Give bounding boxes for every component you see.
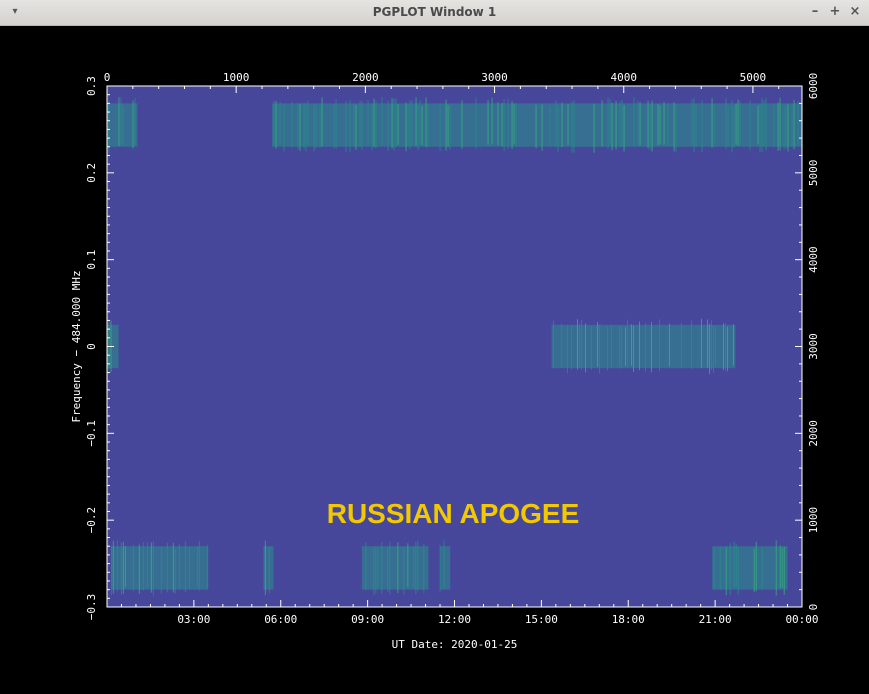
signal-segment xyxy=(107,97,138,153)
pgplot-window: ▾ PGPLOT Window 1 – + × 03:00 06:00 09:00 1… xyxy=(0,0,869,694)
signal-segment xyxy=(272,97,802,153)
y-left-tick-label: 0.3 xyxy=(85,76,98,96)
minimize-button[interactable]: – xyxy=(806,3,824,21)
y-right-tick-label: 2000 xyxy=(807,420,820,447)
y-right-tick-label: 3000 xyxy=(807,333,820,360)
x-bottom-tick-label: 15:00 xyxy=(525,613,558,626)
signal-segment xyxy=(439,540,451,592)
x-bottom-tick-label: 06:00 xyxy=(264,613,297,626)
x-bottom-tick-label: 03:00 xyxy=(177,613,210,626)
x-top-tick-label: 3000 xyxy=(481,71,508,84)
y-left-tick-label: 0.2 xyxy=(85,163,98,183)
x-top-tick-label: 5000 xyxy=(740,71,767,84)
y-right-tick-label: 1000 xyxy=(807,507,820,533)
signal-segment xyxy=(110,540,209,596)
y-left-tick-label: −0.2 xyxy=(85,507,98,533)
x-bottom-tick-label: 18:00 xyxy=(612,613,645,626)
x-bottom-tick-label: 12:00 xyxy=(438,613,471,626)
y-left-tick-label: −0.1 xyxy=(85,420,98,447)
x-bottom-tick-label: 21:00 xyxy=(699,613,732,626)
window-title: PGPLOT Window 1 xyxy=(372,5,497,19)
x-top-tick-label: 1000 xyxy=(223,71,250,84)
signal-segment xyxy=(361,540,429,596)
y-right-tick-label: 5000 xyxy=(807,160,820,187)
y-left-tick-label: 0.1 xyxy=(85,250,98,270)
waterfall-plot: 03:00 06:00 09:00 12:00 15:00 18:00 21:00 00:00… xyxy=(70,71,820,651)
y-right-tick-label: 6000 xyxy=(807,73,820,100)
y-left-tick-label: −0.3 xyxy=(85,594,98,621)
x-top-tick-label: 0 xyxy=(104,71,111,84)
annotation-label: RUSSIAN APOGEE xyxy=(327,498,580,529)
y-axis-label: Frequency − 484.000 MHz xyxy=(70,270,83,422)
x-top-tick-label: 2000 xyxy=(352,71,379,84)
signal-segment xyxy=(263,540,274,596)
maximize-button[interactable]: + xyxy=(826,3,844,21)
x-bottom-tick-label: 09:00 xyxy=(351,613,384,626)
x-bottom-tick-label: 00:00 xyxy=(785,613,818,626)
x-top-tick-label: 4000 xyxy=(610,71,637,84)
y-right-tick-label: 0 xyxy=(807,604,820,611)
signal-segment xyxy=(551,318,736,375)
y-right-tick-label: 4000 xyxy=(807,246,820,273)
y-left-tick-label: 0 xyxy=(85,343,98,350)
close-button[interactable]: × xyxy=(846,3,864,21)
title-bar[interactable]: ▾ PGPLOT Window 1 – + × xyxy=(0,0,869,26)
signal-segment xyxy=(712,540,788,596)
x-axis-label: UT Date: 2020-01-25 xyxy=(392,638,518,651)
